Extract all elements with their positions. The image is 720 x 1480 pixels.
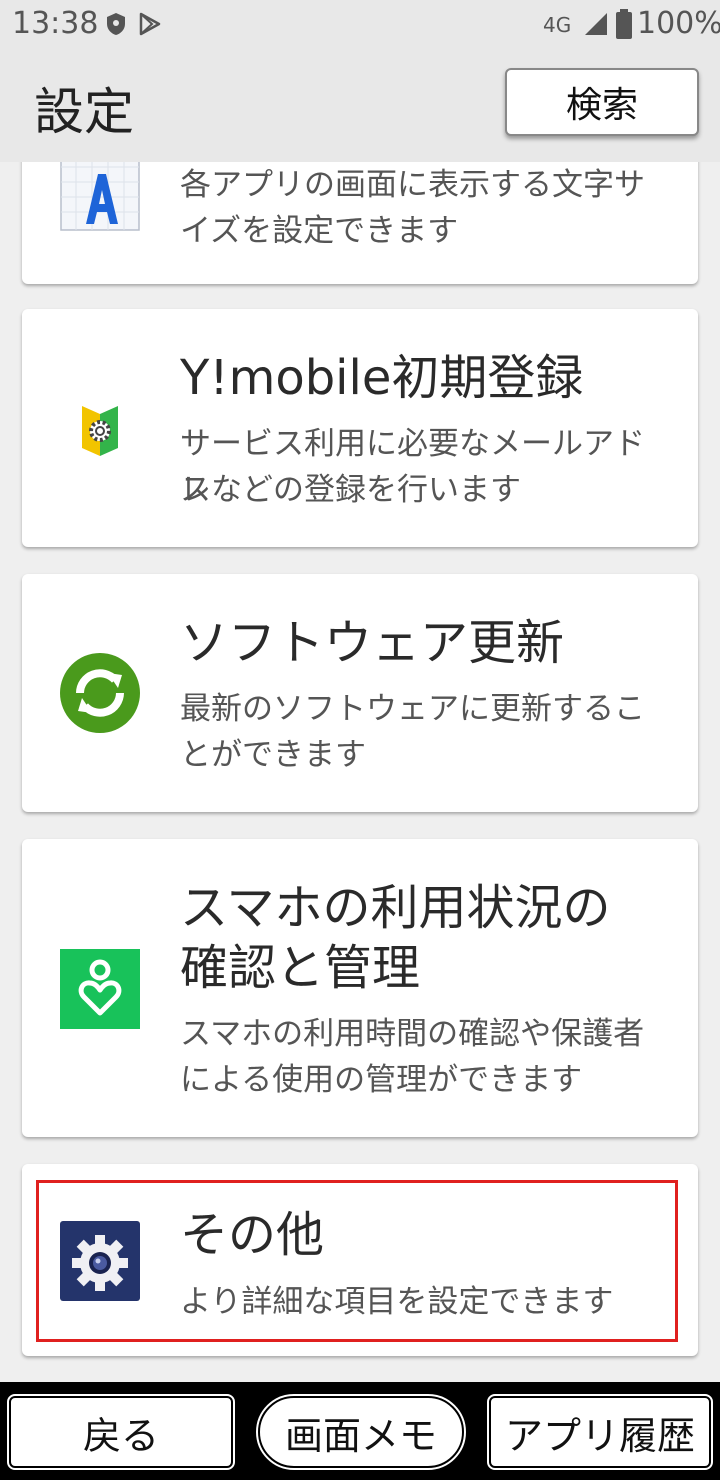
- item-title-2: 確認と管理: [180, 940, 421, 996]
- network-type: 4G: [543, 13, 572, 37]
- list-item-ymobile-setup[interactable]: Y!mobile初期登録 サービス利用に必要なメールアドレ スなどの登録を行いま…: [22, 309, 698, 547]
- battery-percent: 100%: [637, 6, 720, 41]
- item-title: Y!mobile初期登録: [180, 350, 584, 406]
- list-item-digital-wellbeing[interactable]: スマホの利用状況の 確認と管理 スマホの利用時間の確認や保護者 による使用の管理…: [22, 839, 698, 1137]
- page-title: 設定: [34, 83, 134, 141]
- software-update-icon: [60, 653, 140, 733]
- screen-memo-button[interactable]: 画面メモ: [256, 1394, 466, 1470]
- list-item-software-update[interactable]: ソフトウェア更新 最新のソフトウェアに更新するこ とができます: [22, 574, 698, 812]
- back-button[interactable]: 戻る: [7, 1394, 235, 1470]
- highlight-box: [36, 1180, 678, 1342]
- item-description-2: とができます: [180, 737, 366, 773]
- item-description: 最新のソフトウェアに更新するこ: [180, 691, 645, 727]
- search-button[interactable]: 検索: [505, 68, 699, 136]
- status-time: 13:38: [12, 6, 99, 41]
- list-item-font-size[interactable]: 各アプリの画面に表示する文字サ イズを設定できます: [22, 162, 698, 284]
- shield-icon: [107, 13, 125, 35]
- item-title: スマホの利用状況の: [180, 880, 611, 936]
- app-header: 設定 検索: [0, 50, 720, 162]
- play-store-icon: [139, 12, 161, 36]
- status-bar: 13:38 4G 100%: [0, 0, 720, 50]
- item-description-2: スなどの登録を行います: [180, 472, 521, 508]
- digital-wellbeing-icon: [60, 949, 140, 1029]
- ymobile-setup-icon: [82, 406, 118, 456]
- bottom-navigation: 戻る 画面メモ アプリ履歴: [0, 1382, 720, 1480]
- item-description-2: イズを設定できます: [180, 213, 459, 249]
- font-size-icon: [60, 162, 140, 231]
- item-description: スマホの利用時間の確認や保護者: [180, 1016, 645, 1052]
- battery-icon: [616, 9, 632, 39]
- app-history-button[interactable]: アプリ履歴: [487, 1394, 713, 1470]
- signal-icon: [585, 13, 607, 35]
- item-title: ソフトウェア更新: [180, 615, 565, 671]
- item-description-2: による使用の管理ができます: [180, 1062, 583, 1098]
- item-description: 各アプリの画面に表示する文字サ: [180, 167, 645, 203]
